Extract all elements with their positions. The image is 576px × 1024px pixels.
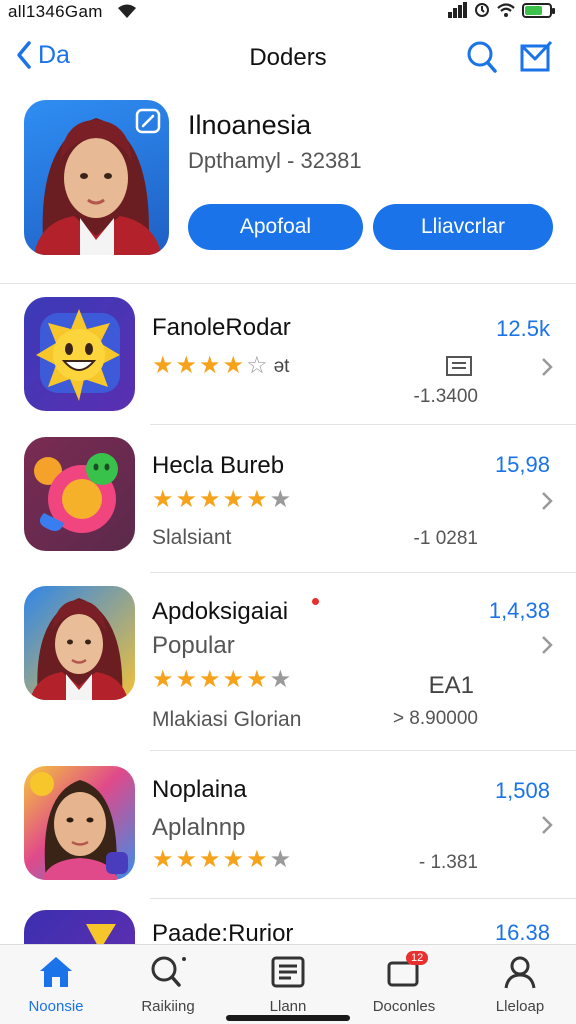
item-subtext: Slalsiant bbox=[152, 526, 232, 549]
status-bar: all1346Gam bbox=[0, 0, 576, 24]
item-subtitle: Aplalnnp bbox=[152, 814, 246, 841]
document-icon bbox=[446, 356, 472, 376]
tab-label: Lleloap bbox=[495, 998, 545, 1015]
news-icon bbox=[271, 956, 305, 988]
item-meta: - 1.381 bbox=[418, 852, 478, 873]
search-icon bbox=[151, 956, 186, 987]
app-icon bbox=[24, 437, 135, 551]
compose-button[interactable] bbox=[518, 40, 554, 79]
tab-ranking[interactable]: Raikiing bbox=[112, 955, 224, 1015]
item-value: 1,508 bbox=[494, 778, 550, 803]
search-icon bbox=[467, 41, 497, 73]
secondary-action-button[interactable]: Lliavcrlar bbox=[373, 204, 553, 250]
search-button[interactable] bbox=[466, 40, 498, 79]
bubble-icon bbox=[34, 453, 118, 533]
chevron-right-icon[interactable] bbox=[540, 634, 554, 656]
person-icon bbox=[504, 956, 536, 989]
item-name: Hecla Bureb bbox=[152, 452, 285, 479]
app-icon bbox=[24, 766, 135, 880]
portrait-icon bbox=[30, 772, 128, 880]
tab-news[interactable]: Llann bbox=[232, 955, 344, 1015]
item-value: 12.5k bbox=[496, 316, 550, 341]
featured-app-subtitle: Dpthamyl - 32381 bbox=[188, 148, 362, 173]
item-meta: -1.3400 bbox=[413, 386, 478, 407]
purple-app-icon bbox=[86, 924, 116, 944]
tab-label: Llann bbox=[269, 998, 307, 1015]
chevron-right-icon[interactable] bbox=[540, 814, 554, 836]
nav-bar: Da Doders bbox=[0, 36, 576, 80]
tab-label: Doconles bbox=[372, 998, 436, 1015]
portrait-icon bbox=[30, 598, 128, 700]
item-value: 1,4,38 bbox=[488, 598, 550, 623]
divider bbox=[150, 424, 576, 425]
tab-label: Noonsie bbox=[28, 998, 84, 1015]
rating-stars: ★ ★ ★ ★ ★ ★ bbox=[152, 486, 292, 513]
item-subtitle: Popular bbox=[152, 632, 235, 659]
app-icon bbox=[24, 586, 135, 700]
tab-profile[interactable]: Lleloap bbox=[464, 955, 576, 1015]
home-indicator bbox=[226, 1015, 350, 1021]
item-meta: -1 0281 bbox=[413, 528, 478, 549]
rating-stars: ★ ★ ★ ★ ☆ ət bbox=[152, 352, 290, 379]
item-name: Apdoksigaiai bbox=[152, 598, 289, 625]
chevron-right-icon[interactable] bbox=[540, 490, 554, 512]
item-tag: EA1 bbox=[428, 672, 474, 699]
list-item[interactable]: FanoleRodar 12.5k ★ ★ ★ ★ ☆ ət -1.3400 bbox=[0, 290, 576, 440]
featured-app-title: Ilnoanesia bbox=[188, 110, 312, 140]
item-meta: > 8.90000 bbox=[392, 708, 478, 729]
item-value: 16.38 bbox=[494, 920, 550, 944]
home-icon bbox=[40, 957, 72, 987]
list-item[interactable]: Noplaina 1,508 Aplalnnp ★ ★ ★ ★ ★ ★ - 1.381 bbox=[0, 758, 576, 908]
divider bbox=[150, 572, 576, 573]
tab-home[interactable]: Noonsie bbox=[0, 955, 112, 1015]
list-item[interactable]: Paade:Rurior 16.38 bbox=[0, 904, 576, 944]
emoji-star-icon bbox=[36, 309, 120, 401]
item-name: Paade:Rurior bbox=[152, 920, 294, 944]
item-name: FanoleRodar bbox=[152, 314, 291, 341]
app-icon bbox=[24, 297, 135, 411]
item-subtext: Mlakiasi Glorian bbox=[152, 708, 302, 731]
list-item[interactable]: Apdoksigaiai 1,4,38 Popular ★ ★ ★ ★ ★ ★ EA1 M… bbox=[0, 578, 576, 748]
tab-inbox[interactable]: 12 Doconles bbox=[348, 951, 460, 1015]
primary-action-button[interactable]: Apofoal bbox=[188, 204, 363, 250]
divider bbox=[0, 283, 576, 284]
rating-text: ət bbox=[273, 355, 290, 377]
alarm-icon bbox=[475, 3, 489, 17]
rating-stars: ★ ★ ★ ★ ★ ★ bbox=[152, 846, 292, 873]
notification-dot bbox=[312, 598, 319, 605]
compose-icon bbox=[520, 40, 553, 72]
item-value: 15,98 bbox=[494, 452, 550, 477]
item-name: Noplaina bbox=[152, 776, 247, 803]
divider bbox=[150, 898, 576, 899]
app-icon bbox=[24, 910, 135, 944]
signal-icon bbox=[448, 2, 467, 18]
notification-badge: 12 bbox=[406, 951, 429, 965]
edit-icon[interactable] bbox=[135, 108, 161, 134]
tab-bar: Noonsie Raikiing Llann 12 Doconles Llelo… bbox=[0, 944, 576, 1024]
featured-app-image[interactable] bbox=[24, 100, 169, 255]
wifi-icon bbox=[118, 4, 136, 18]
wifi-icon bbox=[497, 3, 515, 17]
status-time: all1346Gam bbox=[8, 2, 103, 21]
chevron-right-icon[interactable] bbox=[540, 356, 554, 378]
tab-label: Raikiing bbox=[141, 998, 195, 1015]
list-item[interactable]: Hecla Bureb 15,98 ★ ★ ★ ★ ★ ★ Slalsiant -1 02… bbox=[0, 430, 576, 580]
divider bbox=[150, 750, 576, 751]
rating-stars: ★ ★ ★ ★ ★ ★ bbox=[152, 666, 292, 693]
battery-icon bbox=[522, 2, 555, 18]
